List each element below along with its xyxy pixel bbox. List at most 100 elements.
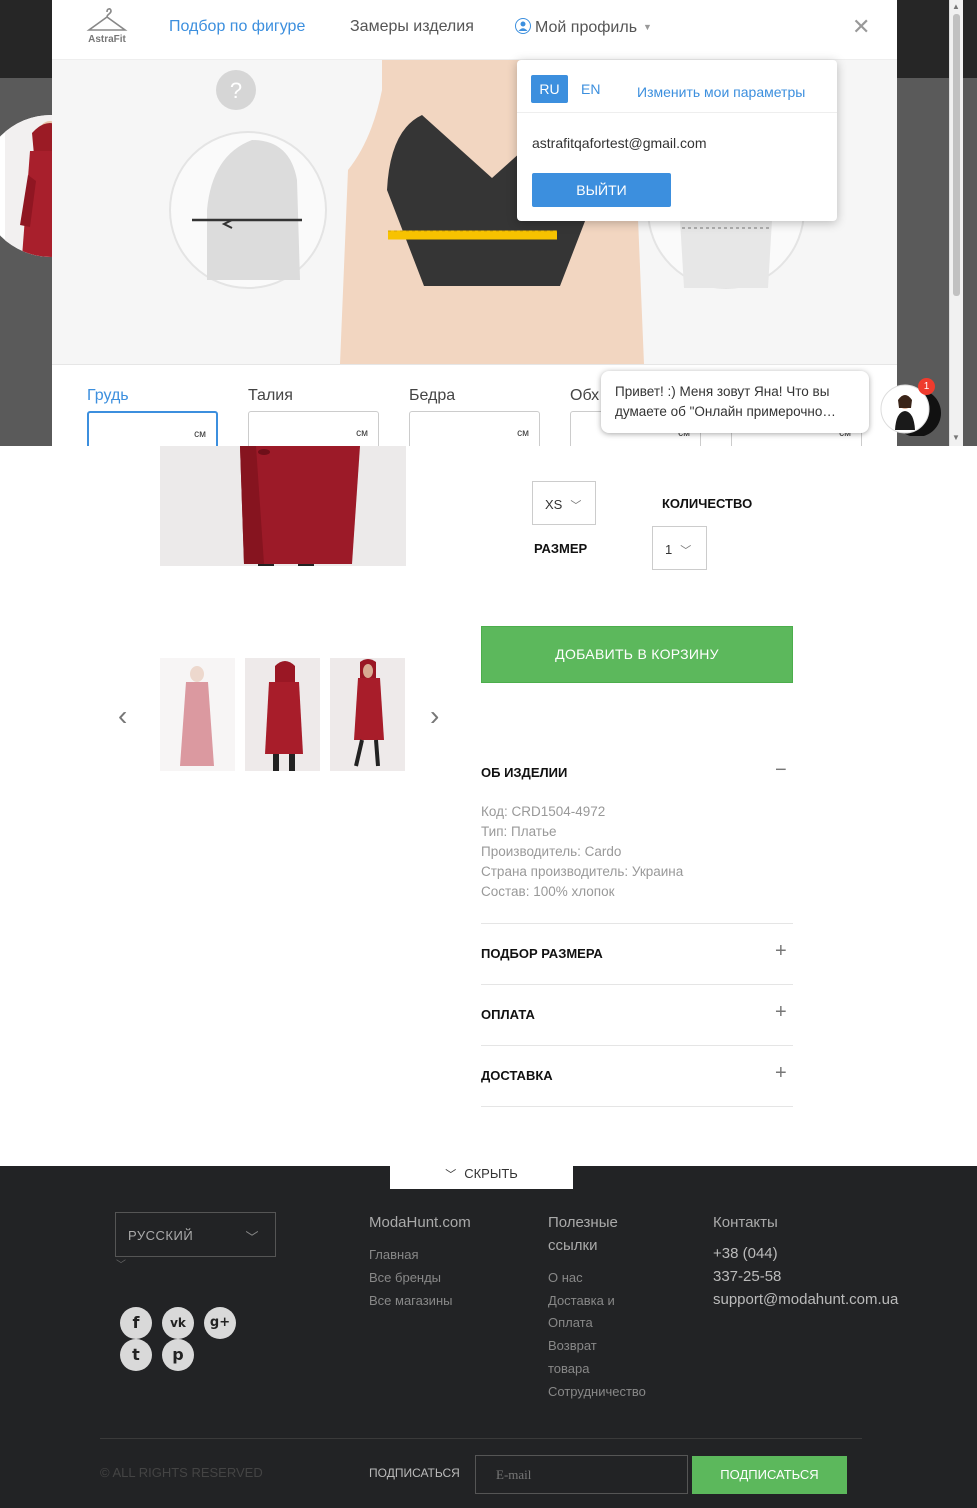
- pinterest-icon[interactable]: p: [162, 1339, 194, 1371]
- copyright: © ALL RIGHTS RESERVED: [100, 1465, 263, 1480]
- chevron-down-icon: ﹀: [245, 1230, 259, 1245]
- google-plus-icon[interactable]: g+: [204, 1307, 236, 1339]
- close-icon[interactable]: ✕: [852, 14, 870, 40]
- chest-label: Грудь: [87, 387, 129, 404]
- profile-label: Мой профиль: [535, 19, 638, 36]
- spec-country: Страна производитель: Украина: [481, 864, 684, 879]
- product-main-image[interactable]: [160, 446, 406, 566]
- waist-input[interactable]: см: [248, 411, 379, 446]
- footer-phone-2[interactable]: 337-25-58: [713, 1265, 781, 1288]
- subscribe-button[interactable]: ПОДПИСАТЬСЯ: [692, 1456, 847, 1494]
- plus-icon[interactable]: +: [775, 1001, 787, 1024]
- chevron-right-icon[interactable]: ›: [430, 700, 439, 732]
- accordion-divider: [481, 923, 793, 924]
- dress-thumb-icon: [180, 666, 214, 766]
- dress-thumb-icon: [265, 661, 303, 771]
- scrollbar-thumb[interactable]: [953, 14, 960, 296]
- modal-header: AstraFit Подбор по фигуре Замеры изделия…: [52, 0, 897, 60]
- scroll-up-icon[interactable]: ▲: [952, 2, 960, 11]
- hips-input[interactable]: см: [409, 411, 540, 446]
- footer-link-brands[interactable]: Все бренды: [369, 1266, 441, 1289]
- footer-link-partnership[interactable]: Сотрудничество: [548, 1380, 646, 1403]
- astrafit-logo[interactable]: AstraFit: [82, 6, 132, 45]
- hide-label: СКРЫТЬ: [464, 1166, 518, 1181]
- unit-label: см: [517, 428, 529, 439]
- footer-link-home[interactable]: Главная: [369, 1243, 418, 1266]
- chat-greeting-bubble[interactable]: Привет! :) Меня зовут Яна! Что вы думает…: [601, 371, 869, 433]
- subscribe-email-input[interactable]: E-mail: [475, 1455, 688, 1494]
- accordion-divider: [481, 1045, 793, 1046]
- spec-type: Тип: Платье: [481, 824, 557, 839]
- help-icon: ?: [230, 78, 242, 103]
- logo-text: AstraFit: [88, 34, 126, 45]
- quantity-label: КОЛИЧЕСТВО: [662, 496, 753, 511]
- waist-label: Талия: [248, 387, 293, 404]
- chevron-left-icon[interactable]: ‹: [118, 700, 127, 732]
- lang-en-button[interactable]: EN: [581, 81, 600, 97]
- chevron-down-icon: ﹀: [680, 545, 692, 557]
- chevron-down-icon: ▼: [643, 22, 652, 32]
- accordion-divider: [481, 984, 793, 985]
- chevron-down-icon: ﹀: [570, 500, 582, 512]
- subscribe-label: ПОДПИСАТЬСЯ: [369, 1466, 460, 1480]
- spec-code: Код: CRD1504-4972: [481, 804, 606, 819]
- dress-photo-icon: [240, 446, 360, 566]
- user-email: astrafitqafortest@gmail.com: [532, 135, 707, 151]
- tab-item-measurements[interactable]: Замеры изделия: [350, 18, 474, 36]
- dropdown-divider: [517, 112, 837, 113]
- lang-ru-button[interactable]: RU: [531, 75, 568, 103]
- footer-link-returns-2[interactable]: товара: [548, 1357, 590, 1380]
- footer-link-returns[interactable]: Возврат: [548, 1334, 597, 1357]
- twitter-icon[interactable]: t: [120, 1339, 152, 1371]
- unit-label: см: [194, 429, 206, 440]
- spec-composition: Состав: 100% хлопок: [481, 884, 615, 899]
- tab-fit-by-figure[interactable]: Подбор по фигуре: [169, 18, 305, 36]
- add-to-cart-button[interactable]: ДОБАВИТЬ В КОРЗИНУ: [481, 626, 793, 683]
- plus-icon[interactable]: +: [775, 1062, 787, 1085]
- facebook-icon[interactable]: f: [120, 1307, 152, 1339]
- logout-button[interactable]: ВЫЙТИ: [532, 173, 671, 207]
- accordion-divider: [481, 1106, 793, 1107]
- size-fit-title[interactable]: ПОДБОР РАЗМЕРА: [481, 946, 603, 961]
- chat-unread-badge: 1: [918, 378, 935, 395]
- hips-label: Бедра: [409, 387, 456, 404]
- size-select[interactable]: XS ﹀: [532, 481, 596, 525]
- footer-link-about[interactable]: О нас: [548, 1266, 583, 1289]
- spec-manufacturer: Производитель: Cardo: [481, 844, 622, 859]
- girth-label: Обх: [570, 387, 600, 404]
- chevron-down-icon: ﹀: [445, 1169, 457, 1181]
- change-params-link[interactable]: Изменить мои параметры: [637, 84, 805, 100]
- minus-icon[interactable]: −: [775, 759, 787, 782]
- chest-input[interactable]: см: [87, 411, 218, 446]
- dress-thumb-icon: [354, 659, 384, 767]
- product-thumbnail[interactable]: [245, 658, 320, 771]
- size-label: РАЗМЕР: [534, 541, 588, 556]
- footer-col-links-title: Полезные: [548, 1214, 618, 1231]
- quantity-select[interactable]: 1 ﹀: [652, 526, 707, 570]
- product-thumbnail[interactable]: [160, 658, 235, 771]
- footer-link-delivery[interactable]: Доставка и: [548, 1289, 615, 1312]
- language-select[interactable]: РУССКИЙ ﹀: [115, 1212, 276, 1257]
- payment-title[interactable]: ОПЛАТА: [481, 1007, 535, 1022]
- size-value: XS: [545, 497, 563, 512]
- hide-footer-button[interactable]: ﹀ СКРЫТЬ: [390, 1166, 573, 1189]
- profile-dropdown: RU EN Изменить мои параметры astrafitqaf…: [517, 60, 837, 221]
- about-product-title[interactable]: ОБ ИЗДЕЛИИ: [481, 765, 567, 780]
- footer-col-links-title-2: ссылки: [548, 1237, 598, 1254]
- modal-scrollbar[interactable]: ▲ ▼: [949, 0, 963, 446]
- chevron-down-icon: ﹀: [116, 1260, 126, 1271]
- footer-phone[interactable]: +38 (044): [713, 1242, 778, 1265]
- language-value: РУССКИЙ: [128, 1228, 194, 1243]
- delivery-title[interactable]: ДОСТАВКА: [481, 1068, 553, 1083]
- tab-my-profile[interactable]: Мой профиль ▼: [515, 18, 652, 37]
- unit-label: см: [356, 428, 368, 439]
- footer-link-stores[interactable]: Все магазины: [369, 1289, 452, 1312]
- plus-icon[interactable]: +: [775, 940, 787, 963]
- product-thumbnail[interactable]: [330, 658, 405, 771]
- hanger-icon: [86, 8, 128, 31]
- footer-link-delivery-2[interactable]: Оплата: [548, 1311, 593, 1334]
- footer-email[interactable]: support@modahunt.com.ua: [713, 1288, 898, 1311]
- scroll-down-icon[interactable]: ▼: [952, 433, 960, 442]
- quantity-value: 1: [665, 542, 673, 557]
- vk-icon[interactable]: vk: [162, 1307, 194, 1339]
